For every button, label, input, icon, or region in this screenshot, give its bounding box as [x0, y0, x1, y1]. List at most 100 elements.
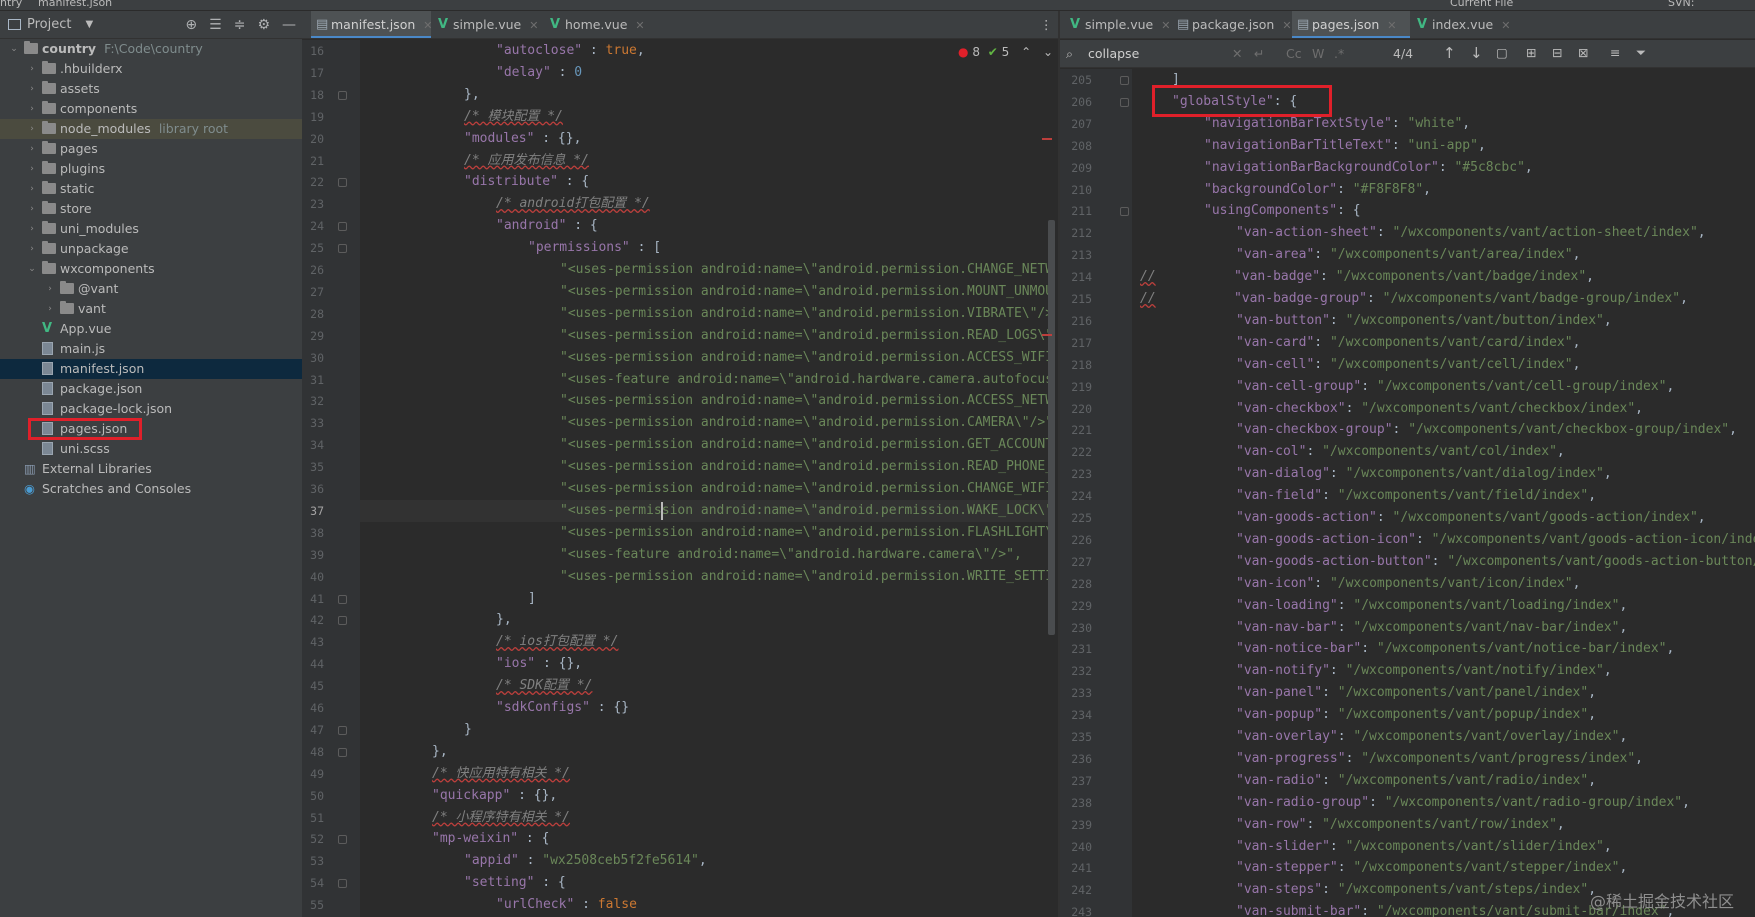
tree-item[interactable]: › @vant	[0, 279, 302, 299]
tree-item-label: @vant	[78, 281, 119, 296]
chevron-up-icon[interactable]: ⌃	[1021, 45, 1031, 59]
minimize-icon[interactable]: —	[282, 17, 296, 33]
vue-file-icon: V	[1070, 17, 1081, 32]
right-code-area[interactable]: ] "globalStyle": {"navigationBarTextStyle…	[1132, 69, 1755, 917]
gear-icon[interactable]: ⚙	[257, 17, 270, 33]
tree-item[interactable]: › store	[0, 199, 302, 219]
tree-item[interactable]: ⌄ wxcomponents	[0, 259, 302, 279]
tree-item[interactable]: › plugins	[0, 159, 302, 179]
search-input[interactable]: collapse	[1088, 46, 1139, 61]
close-tab-icon[interactable]: ✕	[423, 19, 432, 32]
left-scrollbar[interactable]	[1048, 220, 1055, 635]
close-tab-icon[interactable]: ✕	[1161, 19, 1170, 32]
left-code-area[interactable]: "autoclose" : true, "delay" : 0},/* 模块配置 …	[360, 40, 1050, 917]
settings-lines-icon[interactable]: ≡	[1610, 45, 1620, 60]
tree-item[interactable]: › assets	[0, 79, 302, 99]
tree-item[interactable]: › components	[0, 99, 302, 119]
fold-marker-icon[interactable]	[338, 835, 347, 845]
error-marker[interactable]	[1042, 334, 1052, 336]
tab-pages-json[interactable]: ▤ pages.json ✕	[1292, 11, 1410, 38]
tree-item[interactable]: main.js	[0, 339, 302, 359]
fold-marker-icon[interactable]	[338, 616, 347, 626]
fold-marker-icon[interactable]	[338, 594, 347, 604]
collapsed-arrow-icon[interactable]: ›	[26, 159, 38, 179]
fold-marker-icon[interactable]	[338, 178, 347, 188]
chevron-down-icon[interactable]: ▼	[85, 19, 93, 30]
tree-item[interactable]: › static	[0, 179, 302, 199]
find-in-selection-icon[interactable]: ▢	[1496, 45, 1508, 60]
add-occurrence-icon[interactable]: ⊞	[1526, 45, 1536, 60]
chevron-down-icon[interactable]: ⌄	[1043, 45, 1053, 59]
fold-marker-icon[interactable]	[338, 244, 347, 254]
tree-item[interactable]: › node_modules library root	[0, 119, 302, 139]
tree-item[interactable]: uni.scss	[0, 439, 302, 459]
next-match-icon[interactable]: ↓	[1470, 44, 1483, 62]
expand-all-icon[interactable]: ☰	[209, 17, 222, 33]
code-line: "appid" : "wx2508ceb5f2fe5614",	[360, 850, 707, 872]
close-tab-icon[interactable]: ✕	[1282, 19, 1291, 32]
close-tab-icon[interactable]: ✕	[529, 19, 538, 32]
prev-match-icon[interactable]: ↑	[1443, 44, 1456, 62]
collapsed-arrow-icon[interactable]: ›	[26, 59, 38, 79]
tab-index-vue[interactable]: Vindex.vue ✕	[1412, 11, 1512, 38]
select-all-occurrences-icon[interactable]: ⊠	[1578, 45, 1588, 60]
fold-marker-icon[interactable]	[338, 879, 347, 889]
collapsed-arrow-icon[interactable]: ›	[26, 119, 38, 139]
expanded-arrow-icon[interactable]: ⌄	[26, 259, 38, 279]
collapse-all-icon[interactable]: ≑	[234, 17, 246, 33]
clear-search-icon[interactable]: ✕	[1232, 46, 1242, 61]
collapsed-arrow-icon[interactable]: ›	[26, 139, 38, 159]
collapsed-arrow-icon[interactable]: ›	[26, 99, 38, 119]
run-config-selector[interactable]: Current File	[1450, 0, 1513, 9]
vcs-label[interactable]: SVN:	[1668, 0, 1694, 9]
fold-marker-icon[interactable]	[338, 747, 347, 757]
tab-manifest-json[interactable]: ▤ manifest.json ✕	[311, 11, 432, 38]
collapsed-arrow-icon[interactable]: ›	[26, 239, 38, 259]
regex-history-icon[interactable]: ↵	[1254, 46, 1264, 61]
tree-item[interactable]: ◉ Scratches and Consoles	[0, 479, 302, 499]
collapsed-arrow-icon[interactable]: ›	[44, 279, 56, 299]
fold-marker-icon[interactable]	[1120, 76, 1129, 85]
tree-item[interactable]: package.json	[0, 379, 302, 399]
collapsed-arrow-icon[interactable]: ›	[26, 219, 38, 239]
collapsed-arrow-icon[interactable]: ›	[26, 79, 38, 99]
error-marker[interactable]	[1042, 138, 1052, 140]
collapsed-arrow-icon[interactable]: ›	[26, 199, 38, 219]
inspection-widget[interactable]: ● 8 ✔ 5 ⌃ ⌄	[958, 45, 1053, 59]
tree-item[interactable]: package-lock.json	[0, 399, 302, 419]
close-tab-icon[interactable]: ✕	[1387, 19, 1396, 32]
fold-marker-icon[interactable]	[338, 90, 347, 100]
tree-item[interactable]: › uni_modules	[0, 219, 302, 239]
close-tab-icon[interactable]: ✕	[635, 19, 644, 32]
tab-home-vue[interactable]: Vhome.vue ✕	[545, 11, 653, 38]
more-tabs-icon[interactable]: ⋮	[1040, 17, 1053, 32]
project-title[interactable]: Project	[27, 17, 71, 32]
regex-toggle[interactable]: .*	[1334, 46, 1344, 61]
whole-words-toggle[interactable]: W	[1312, 46, 1324, 61]
match-case-toggle[interactable]: Cc	[1286, 46, 1302, 61]
collapsed-arrow-icon[interactable]: ›	[44, 299, 56, 319]
fold-marker-icon[interactable]	[1120, 97, 1129, 107]
tree-item[interactable]: › unpackage	[0, 239, 302, 259]
tab-simple-vue[interactable]: Vsimple.vue ✕	[433, 11, 543, 38]
code-token: "/wxcomponents/vant/icon/index"	[1329, 575, 1573, 591]
expanded-arrow-icon[interactable]: ⌄	[8, 39, 20, 59]
collapsed-arrow-icon[interactable]: ›	[26, 179, 38, 199]
tree-item[interactable]: › vant	[0, 299, 302, 319]
tree-item[interactable]: V App.vue	[0, 319, 302, 339]
fold-marker-icon[interactable]	[338, 725, 347, 735]
locate-icon[interactable]: ⊕	[185, 17, 197, 33]
tab-simple-vue[interactable]: Vsimple.vue ✕	[1065, 11, 1170, 38]
remove-occurrence-icon[interactable]: ⊟	[1552, 45, 1562, 60]
fold-marker-icon[interactable]	[1120, 207, 1129, 217]
tree-item[interactable]: › pages	[0, 139, 302, 159]
close-tab-icon[interactable]: ✕	[1501, 19, 1510, 32]
fold-marker-icon[interactable]	[338, 222, 347, 232]
filter-icon[interactable]: ⏷	[1636, 45, 1646, 61]
tab-package-json[interactable]: ▤ package.json ✕	[1172, 11, 1292, 38]
code-token: "/wxcomponents/vant/dialog/index"	[1345, 466, 1604, 482]
tree-item[interactable]: › .hbuilderx	[0, 59, 302, 79]
tree-item[interactable]: ⌄ country F:\Code\country	[0, 39, 302, 59]
tree-item[interactable]: manifest.json	[0, 359, 302, 379]
tree-item[interactable]: ▥ External Libraries	[0, 459, 302, 479]
